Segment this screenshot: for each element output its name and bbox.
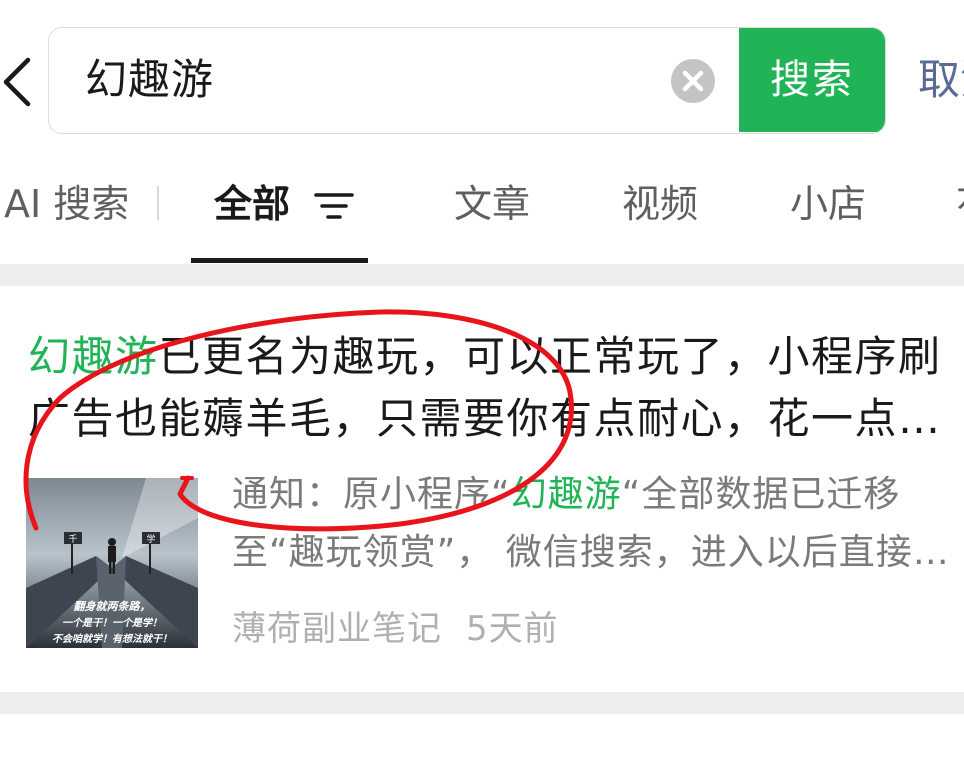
result-thumbnail[interactable]: 千 学 翻身就两条路， 一个是干！一个是学！ 不会咱就学！有想法就干！ <box>26 478 198 648</box>
filter-icon[interactable] <box>314 192 354 220</box>
tab-more[interactable]: 花 <box>956 172 964 236</box>
result-time: 5天前 <box>466 609 559 649</box>
tab-ai-search[interactable]: AI 搜索 <box>4 172 129 236</box>
thumbnail-sign-left: 千 <box>68 534 77 545</box>
search-button[interactable]: 搜索 <box>739 28 885 132</box>
thumbnail-sign-right: 学 <box>146 533 155 545</box>
active-tab-indicator <box>191 258 368 263</box>
search-input[interactable]: 幻趣游 <box>85 28 645 132</box>
section-separator-bottom <box>0 692 964 714</box>
tab-videos[interactable]: 视频 <box>622 172 698 236</box>
result-meta: 薄荷副业笔记 5天前 <box>232 604 559 654</box>
result-title[interactable]: 幻趣游已更名为趣玩，可以正常玩了，小程序刷广告也能薅羊毛，只需要你有点耐心，花一… <box>28 326 948 450</box>
thumbnail-caption-2: 一个是干！一个是学！ <box>62 617 162 629</box>
tab-shop[interactable]: 小店 <box>790 172 866 236</box>
search-box[interactable]: 幻趣游 搜索 <box>48 27 886 134</box>
back-arrow-icon[interactable] <box>0 52 40 112</box>
tab-all[interactable]: 全部 <box>214 172 290 236</box>
thumbnail-caption-3: 不会咱就学！有想法就干！ <box>52 633 172 645</box>
tab-divider <box>157 186 159 220</box>
result-title-highlight: 幻趣游 <box>28 332 159 381</box>
result-source[interactable]: 薄荷副业笔记 <box>232 609 442 649</box>
snippet-prefix: 通知：原小程序“ <box>232 474 511 515</box>
snippet-highlight: 幻趣游 <box>510 474 622 515</box>
tab-articles[interactable]: 文章 <box>454 172 530 236</box>
cancel-button[interactable]: 取消 <box>918 48 964 112</box>
clear-icon[interactable] <box>671 59 715 103</box>
section-separator <box>0 264 964 286</box>
result-snippet[interactable]: 通知：原小程序“幻趣游“全部数据已迁移至“趣玩领赏”， 微信搜索，进入以后直接登… <box>232 466 960 582</box>
thumbnail-caption-1: 翻身就两条路， <box>74 600 151 613</box>
result-title-text: 已更名为趣玩，可以正常玩了，小程序刷广告也能薅羊毛，只需要你有点耐心，花一点时间 <box>28 332 942 443</box>
